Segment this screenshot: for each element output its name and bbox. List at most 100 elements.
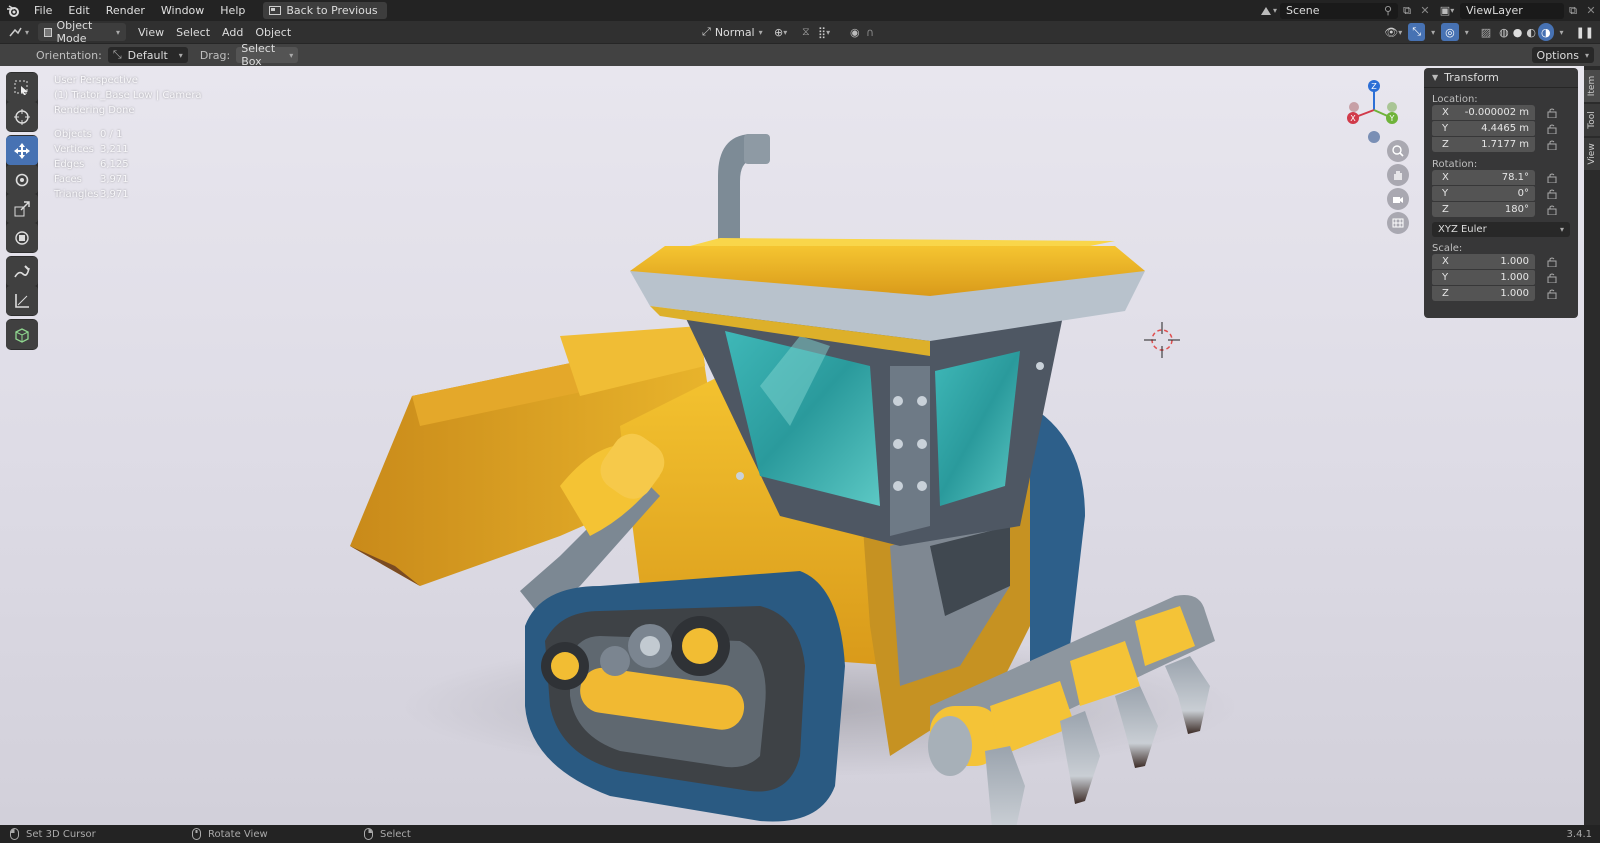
pan-hand-icon[interactable] [1387, 164, 1409, 186]
falloff-icon[interactable]: ∩ [860, 23, 880, 41]
transform-tool-icon[interactable] [6, 223, 38, 252]
transform-orientation-label: Normal [714, 25, 755, 39]
back-to-previous-label: Back to Previous [286, 4, 378, 17]
material-shading-icon[interactable]: ◐ [1524, 23, 1538, 41]
object-mode-label: Object Mode [56, 19, 93, 45]
tab-view[interactable]: View [1584, 138, 1600, 170]
mouse-middle-icon [192, 828, 201, 840]
rotation-label: Rotation: [1432, 159, 1478, 170]
select-box-tool-icon[interactable] [6, 73, 38, 102]
wireframe-shading-icon[interactable]: ◍ [1497, 23, 1511, 41]
scale-y-field[interactable]: Y 1.000 [1432, 270, 1535, 285]
drag-dropdown[interactable]: Select Box ▾ [236, 42, 299, 68]
menu-view[interactable]: View [132, 23, 170, 41]
location-z-field[interactable]: Z 1.7177 m [1432, 137, 1535, 152]
back-to-previous-button[interactable]: Back to Previous [263, 2, 387, 19]
options-label: Options [1536, 48, 1579, 62]
stat-label: Edges [54, 159, 85, 170]
pivot-point-icon[interactable]: ⊕ ▾ [768, 23, 793, 41]
rotation-x-field[interactable]: X 78.1° [1432, 170, 1535, 185]
orientation-dropdown[interactable]: ⤡ Default ▾ [107, 47, 188, 63]
location-x-field[interactable]: X -0.000002 m [1432, 105, 1535, 120]
transform-panel-header[interactable]: ▼ Transform [1424, 68, 1578, 88]
rotation-z-row: Z 180° [1432, 202, 1578, 218]
rotation-y-field[interactable]: Y 0° [1432, 186, 1535, 201]
3d-viewport-icon [9, 27, 22, 36]
lock-icon[interactable] [1547, 273, 1557, 284]
object-mode-icon [44, 27, 52, 37]
menu-window[interactable]: Window [153, 0, 212, 21]
location-label: Location: [1432, 94, 1478, 105]
solid-shading-icon[interactable]: ● [1511, 23, 1525, 41]
3d-cursor-icon[interactable] [1144, 322, 1180, 358]
zoom-icon[interactable] [1387, 140, 1409, 162]
rendered-shading-icon[interactable]: ◑ [1537, 23, 1554, 41]
menu-help[interactable]: Help [212, 0, 253, 21]
viewlayer-selector-icon[interactable]: ▣ ▾ [1434, 4, 1460, 17]
lock-icon[interactable] [1547, 289, 1557, 300]
annotate-tool-icon[interactable] [6, 257, 38, 286]
perspective-toggle-icon[interactable] [1387, 212, 1409, 234]
orientation-axes-icon: ⤡ [112, 48, 122, 61]
scene-name-field[interactable]: Scene ⚲ [1280, 2, 1398, 19]
orientation-icon: ⤢ [702, 25, 711, 38]
lock-icon[interactable] [1547, 189, 1557, 200]
location-y-field[interactable]: Y 4.4465 m [1432, 121, 1535, 136]
new-scene-icon[interactable]: ⧉ [1398, 4, 1416, 18]
delete-scene-icon[interactable]: ✕ [1416, 4, 1434, 17]
lock-icon[interactable] [1547, 140, 1557, 151]
move-tool-icon[interactable] [6, 136, 38, 165]
rotation-mode-dropdown[interactable]: XYZ Euler ▾ [1432, 222, 1570, 237]
pause-render-icon[interactable]: ❚❚ [1570, 23, 1600, 41]
gizmo-z-label: Z [1371, 82, 1377, 91]
scene-selector-icon[interactable]: ▾ [1256, 5, 1280, 17]
tab-item-label: Item [1587, 75, 1597, 97]
scale-z-row: Z 1.000 [1432, 286, 1578, 302]
lock-icon[interactable] [1547, 108, 1557, 119]
shading-dropdown-icon[interactable]: ▾ [1554, 23, 1570, 41]
scale-x-field[interactable]: X 1.000 [1432, 254, 1535, 269]
options-dropdown[interactable]: Options ▾ [1531, 47, 1594, 63]
overlay-dropdown-icon[interactable]: ▾ [1459, 23, 1475, 41]
gizmo-dropdown-icon[interactable]: ▾ [1425, 23, 1441, 41]
add-cube-tool-icon[interactable] [6, 320, 38, 349]
object-mode-dropdown[interactable]: Object Mode ▾ [38, 19, 126, 45]
xray-toggle-icon[interactable]: ▨ [1475, 23, 1497, 41]
cursor-tool-icon[interactable] [6, 102, 38, 131]
new-viewlayer-icon[interactable]: ⧉ [1564, 4, 1582, 18]
menu-object[interactable]: Object [249, 23, 297, 41]
overlay-toggle-icon[interactable]: ◎ [1441, 23, 1459, 41]
menu-select[interactable]: Select [170, 23, 216, 41]
measure-tool-icon[interactable] [6, 286, 38, 315]
viewlayer-name-field[interactable]: ViewLayer [1460, 2, 1564, 19]
camera-view-icon[interactable] [1387, 188, 1409, 210]
tab-tool[interactable]: Tool [1584, 104, 1600, 136]
editor-type-selector[interactable]: ▾ [0, 23, 38, 41]
rotation-z-field[interactable]: Z 180° [1432, 202, 1535, 217]
pin-icon[interactable]: ⚲ [1384, 4, 1392, 17]
blender-logo-icon[interactable] [0, 0, 26, 21]
transform-orientation-dropdown[interactable]: ⤢ Normal ▾ [696, 23, 769, 41]
rotate-tool-icon[interactable] [6, 165, 38, 194]
tab-item[interactable]: Item [1584, 70, 1600, 102]
gizmo-toggle-icon[interactable]: ⤡ [1408, 23, 1426, 41]
mouse-right-icon [364, 828, 373, 840]
3d-viewport[interactable]: User Perspective (1) Trator_Base Low | C… [0, 66, 1584, 825]
lock-icon[interactable] [1547, 124, 1557, 135]
menu-file[interactable]: File [26, 0, 60, 21]
menu-render[interactable]: Render [98, 0, 153, 21]
lock-icon[interactable] [1547, 173, 1557, 184]
transform-panel-title: Transform [1444, 71, 1499, 84]
lock-icon[interactable] [1547, 257, 1557, 268]
snap-target-icon[interactable]: ⣿ ▾ [812, 23, 836, 41]
lock-icon[interactable] [1547, 205, 1557, 216]
scale-tool-icon[interactable] [6, 194, 38, 223]
navigation-gizmo[interactable]: Z X Y [1340, 74, 1400, 144]
delete-viewlayer-icon[interactable]: ✕ [1582, 4, 1600, 17]
menu-edit[interactable]: Edit [60, 0, 97, 21]
drag-value: Select Box [241, 42, 276, 68]
visibility-icon[interactable]: 👁 ▾ [1378, 23, 1408, 41]
scale-z-field[interactable]: Z 1.000 [1432, 286, 1535, 301]
menu-add[interactable]: Add [216, 23, 249, 41]
render-status: Rendering Done [54, 105, 135, 116]
